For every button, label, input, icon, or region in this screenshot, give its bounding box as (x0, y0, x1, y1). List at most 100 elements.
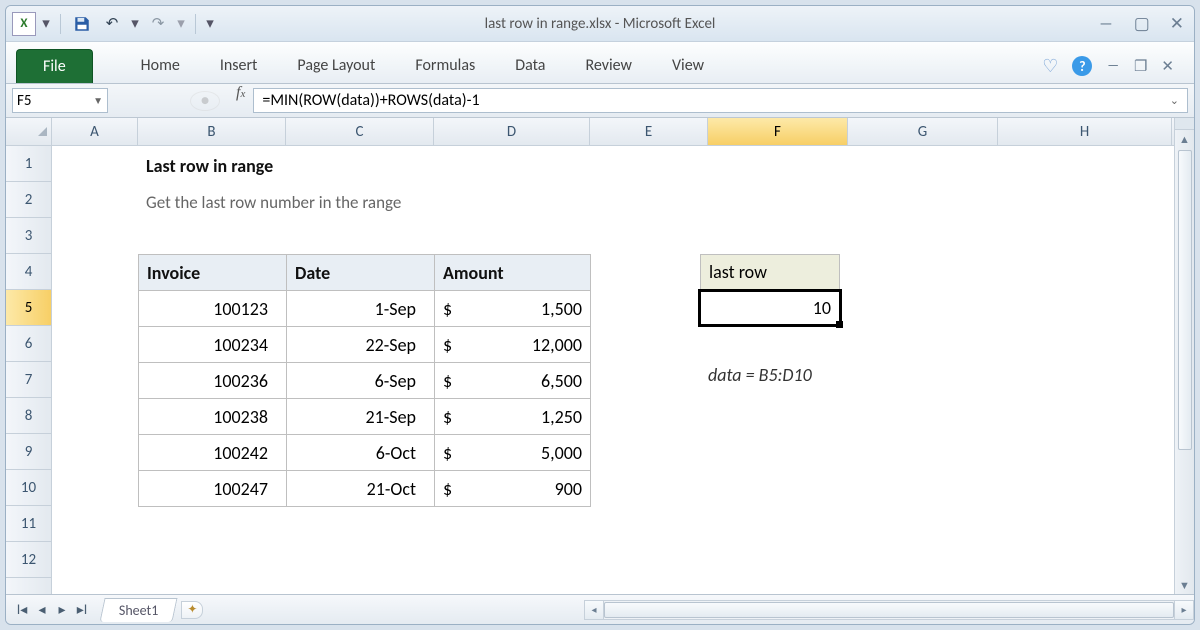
row-header-1[interactable]: 1 (6, 146, 51, 182)
cell-amount[interactable]: $5,000 (435, 435, 591, 471)
table-row[interactable]: 1001231-Sep$1,500 (139, 291, 591, 327)
cell-amount[interactable]: $1,250 (435, 399, 591, 435)
ribbon-tab-page-layout[interactable]: Page Layout (277, 48, 395, 83)
close-button[interactable]: ✕ (1170, 13, 1184, 34)
prev-sheet-button[interactable]: ◂ (32, 601, 52, 618)
ribbon-tab-data[interactable]: Data (495, 48, 565, 83)
undo-button[interactable]: ↶ (99, 12, 125, 36)
row-header-5[interactable]: 5 (6, 290, 51, 326)
table-row[interactable]: 1002366-Sep$6,500 (139, 363, 591, 399)
save-button[interactable] (69, 12, 95, 36)
redo-dropdown-icon[interactable]: ▾ (175, 14, 187, 33)
row-header-2[interactable]: 2 (6, 182, 51, 218)
table-row[interactable]: 10023821-Sep$1,250 (139, 399, 591, 435)
cell-date[interactable]: 21-Oct (287, 471, 435, 507)
row-header-4[interactable]: 4 (6, 254, 51, 290)
vertical-scrollbar[interactable]: ▲ ▼ (1174, 118, 1194, 594)
row-header-3[interactable]: 3 (6, 218, 51, 254)
cell-invoice[interactable]: 100123 (139, 291, 287, 327)
row-header-12[interactable]: 12 (6, 542, 51, 578)
minimize-button[interactable]: ― (1098, 13, 1113, 34)
formula-input[interactable]: =MIN(ROW(data))+ROWS(data)-1 ⌄ (253, 88, 1188, 113)
qat-dropdown-icon[interactable]: ▾ (40, 14, 52, 33)
column-header-F[interactable]: F (708, 118, 848, 145)
help-icon[interactable]: ? (1072, 56, 1092, 76)
hscroll-thumb[interactable] (604, 602, 1174, 618)
excel-icon[interactable]: X (12, 12, 36, 36)
row-header-6[interactable]: 6 (6, 326, 51, 362)
cell-amount[interactable]: $900 (435, 471, 591, 507)
scroll-down-icon[interactable]: ▼ (1175, 576, 1194, 594)
mdi-restore-button[interactable]: ❐ (1134, 57, 1147, 76)
ribbon-tab-view[interactable]: View (652, 48, 724, 83)
table-row[interactable]: 10023422-Sep$12,000 (139, 327, 591, 363)
result-label-cell[interactable]: last row (700, 254, 840, 290)
cell-invoice[interactable]: 100236 (139, 363, 287, 399)
split-box[interactable] (1175, 118, 1194, 130)
table-header[interactable]: Date (287, 255, 435, 291)
ribbon-tab-insert[interactable]: Insert (200, 48, 278, 83)
ribbon-options-icon[interactable]: ♡ (1042, 55, 1058, 77)
cell-invoice[interactable]: 100242 (139, 435, 287, 471)
select-all-corner[interactable] (6, 118, 52, 146)
fx-icon[interactable]: fx (228, 84, 253, 117)
scroll-up-icon[interactable]: ▲ (1175, 130, 1194, 148)
cell-invoice[interactable]: 100247 (139, 471, 287, 507)
scroll-right-icon[interactable]: ▸ (1174, 600, 1194, 620)
column-header-G[interactable]: G (848, 118, 998, 145)
ribbon-tab-review[interactable]: Review (565, 48, 652, 83)
active-cell[interactable]: 10 (698, 289, 842, 327)
expand-formula-bar-icon[interactable]: ⌄ (1170, 94, 1179, 107)
table-row[interactable]: 10024721-Oct$900 (139, 471, 591, 507)
mdi-minimize-button[interactable]: ― (1106, 57, 1120, 75)
redo-button[interactable]: ↷ (145, 12, 171, 36)
table-row[interactable]: 1002426-Oct$5,000 (139, 435, 591, 471)
cell-date[interactable]: 6-Oct (287, 435, 435, 471)
maximize-button[interactable]: ▢ (1134, 13, 1150, 34)
window-title: last row in range.xlsx - Microsoft Excel (485, 15, 716, 33)
row-header-10[interactable]: 10 (6, 470, 51, 506)
ribbon-tab-home[interactable]: Home (121, 48, 200, 83)
name-box-dropdown-icon[interactable]: ▼ (93, 94, 103, 107)
row-header-8[interactable]: 8 (6, 398, 51, 434)
file-tab[interactable]: File (16, 49, 93, 83)
spreadsheet-grid[interactable]: ABCDEFGH 123456789101112 Last row in ran… (6, 118, 1194, 594)
row-header-9[interactable]: 9 (6, 434, 51, 470)
customize-qat-icon[interactable]: ▾ (204, 14, 216, 33)
cell-date[interactable]: 21-Sep (287, 399, 435, 435)
column-header-H[interactable]: H (998, 118, 1172, 145)
mdi-close-button[interactable]: ✕ (1161, 57, 1174, 76)
row-header-11[interactable]: 11 (6, 506, 51, 542)
scroll-left-icon[interactable]: ◂ (584, 600, 604, 620)
first-sheet-button[interactable]: I◂ (12, 601, 32, 618)
table-header[interactable]: Invoice (139, 255, 287, 291)
column-header-A[interactable]: A (52, 118, 138, 145)
last-sheet-button[interactable]: ▸I (72, 601, 92, 618)
active-cell-value: 10 (813, 297, 831, 319)
cell-date[interactable]: 22-Sep (287, 327, 435, 363)
undo-dropdown-icon[interactable]: ▾ (129, 14, 141, 33)
sheet-tab[interactable]: Sheet1 (99, 598, 178, 622)
formula-text: =MIN(ROW(data))+ROWS(data)-1 (262, 91, 479, 110)
ribbon: File HomeInsertPage LayoutFormulasDataRe… (6, 42, 1194, 84)
ribbon-tab-formulas[interactable]: Formulas (395, 48, 495, 83)
cell-amount[interactable]: $6,500 (435, 363, 591, 399)
column-header-E[interactable]: E (590, 118, 708, 145)
column-header-B[interactable]: B (138, 118, 286, 145)
cell-amount[interactable]: $12,000 (435, 327, 591, 363)
cell-invoice[interactable]: 100238 (139, 399, 287, 435)
next-sheet-button[interactable]: ▸ (52, 601, 72, 618)
cell-amount[interactable]: $1,500 (435, 291, 591, 327)
row-header-7[interactable]: 7 (6, 362, 51, 398)
cell-invoice[interactable]: 100234 (139, 327, 287, 363)
name-box[interactable]: F5 ▼ (12, 88, 108, 113)
cell-date[interactable]: 1-Sep (287, 291, 435, 327)
table-header[interactable]: Amount (435, 255, 591, 291)
horizontal-scrollbar[interactable]: ◂ ▸ (584, 600, 1194, 620)
new-sheet-button[interactable]: ✦ (181, 601, 203, 619)
column-header-C[interactable]: C (286, 118, 434, 145)
scroll-thumb[interactable] (1178, 150, 1192, 450)
column-header-D[interactable]: D (434, 118, 590, 145)
column-headers: ABCDEFGH (52, 118, 1174, 146)
cell-date[interactable]: 6-Sep (287, 363, 435, 399)
